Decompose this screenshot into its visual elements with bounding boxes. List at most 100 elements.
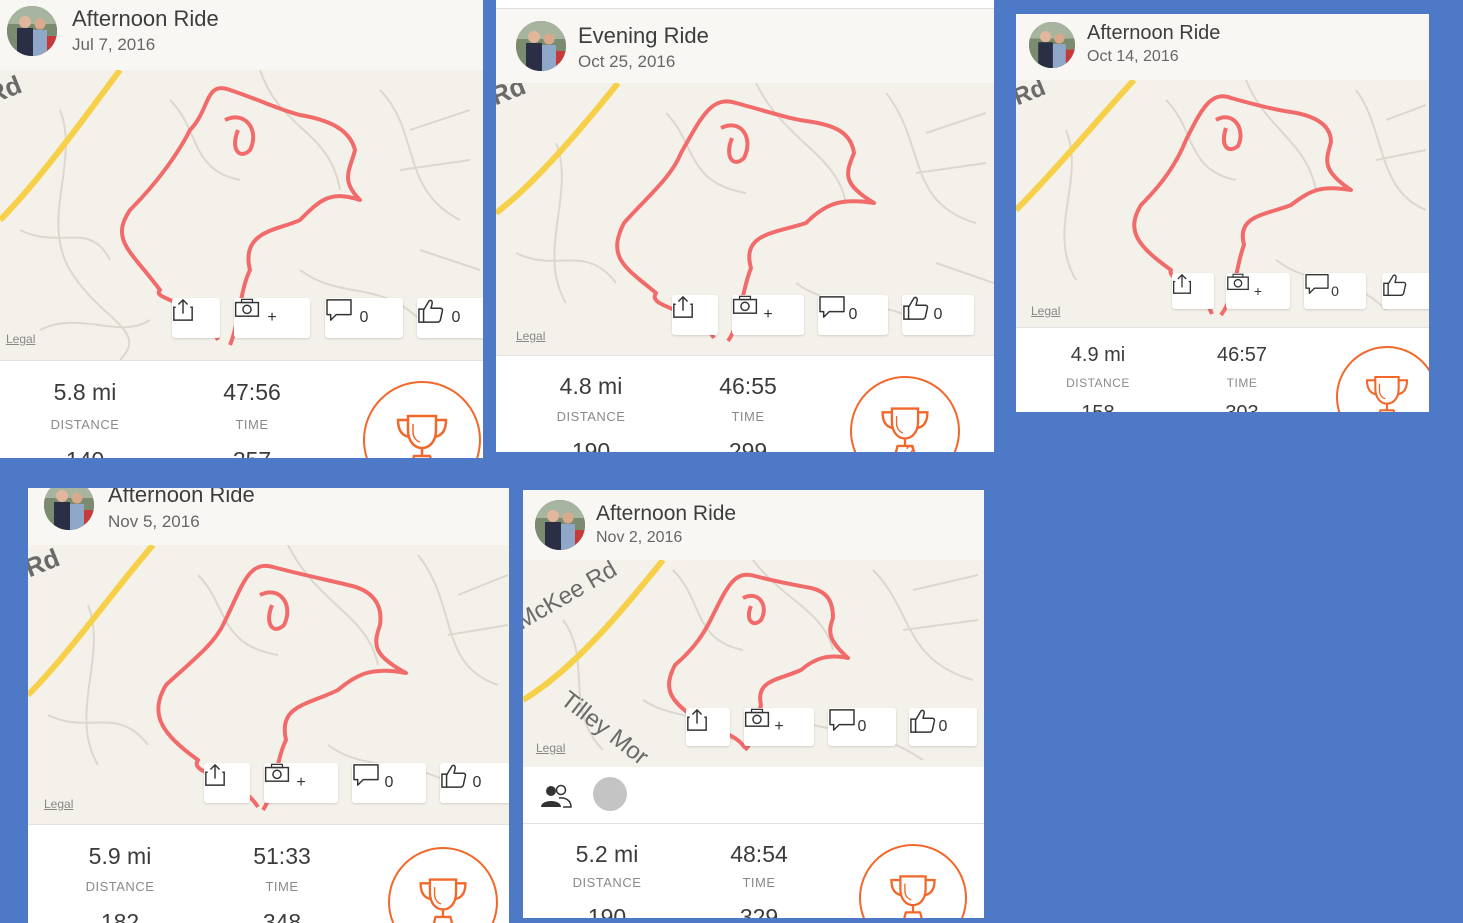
route-loop — [1215, 115, 1243, 152]
kudos-button[interactable]: 0 — [417, 298, 483, 338]
route-map[interactable]: Rd Legal + 0 0 — [0, 70, 483, 360]
kudos-count: 0 — [451, 309, 461, 326]
legal-link[interactable]: Legal — [1031, 304, 1060, 318]
thumbs-up-icon — [1382, 273, 1408, 297]
achievements-trophy[interactable] — [859, 844, 967, 918]
distance-label: DISTANCE — [556, 409, 626, 424]
add-photo-button[interactable]: + — [234, 298, 310, 338]
comment-button[interactable]: 0 — [828, 708, 896, 746]
activity-title[interactable]: Afternoon Ride — [108, 488, 255, 508]
distance-value: 4.9 mi — [1070, 344, 1126, 366]
athlete-avatar[interactable] — [1029, 22, 1075, 68]
trophy-icon — [886, 871, 940, 918]
legal-link[interactable]: Legal — [536, 741, 565, 755]
trophy-icon — [1362, 372, 1412, 412]
add-photo-button[interactable]: + — [732, 295, 804, 335]
athlete-avatar[interactable] — [7, 6, 57, 56]
add-photo-plus: + — [267, 309, 277, 326]
route-loop — [224, 115, 256, 156]
athlete-avatar[interactable] — [516, 21, 566, 71]
activity-title[interactable]: Evening Ride — [578, 23, 709, 49]
camera-icon — [744, 708, 770, 728]
route-map[interactable]: Rd Legal + 0 — [1016, 80, 1429, 327]
route-map[interactable]: Rd Legal + 0 0 — [496, 83, 994, 355]
activity-card[interactable]: Afternoon Ride Jul 7, 2016 Rd Legal + 0 … — [0, 0, 483, 458]
kudos-count: 0 — [933, 306, 943, 323]
route-loop — [720, 123, 750, 164]
share-icon — [672, 295, 694, 319]
elevation-value: 140 — [15, 447, 155, 458]
share-button[interactable] — [686, 708, 730, 746]
group-athletes-row[interactable] — [523, 767, 984, 823]
share-button[interactable] — [1172, 273, 1214, 309]
add-photo-plus: + — [1253, 283, 1263, 299]
kudos-button[interactable]: 0 — [909, 708, 977, 746]
achievements-trophy[interactable] — [850, 376, 960, 452]
achievements-trophy[interactable] — [1336, 346, 1429, 412]
athlete-avatar[interactable] — [44, 488, 94, 530]
distance-label: DISTANCE — [50, 417, 120, 432]
activity-date: Nov 2, 2016 — [596, 529, 683, 546]
comment-button[interactable]: 0 — [1304, 273, 1366, 309]
activity-card[interactable]: Afternoon Ride Nov 5, 2016 Rd Legal + 0 … — [28, 488, 509, 923]
thumbs-up-icon — [902, 295, 930, 321]
distance-value: 5.2 mi — [575, 841, 639, 867]
comment-button[interactable]: 0 — [818, 295, 888, 335]
legal-link[interactable]: Legal — [516, 329, 545, 343]
share-button[interactable] — [172, 298, 220, 338]
activity-card[interactable]: Evening Ride Oct 25, 2016 Rd Legal + 0 0… — [496, 0, 994, 452]
time-value: 46:55 — [719, 373, 777, 399]
achievements-trophy[interactable] — [363, 381, 481, 458]
card-header: Afternoon Ride Nov 5, 2016 — [28, 488, 509, 545]
athlete-avatar[interactable] — [535, 500, 585, 550]
activity-card[interactable]: Afternoon Ride Nov 2, 2016 McKee Rd Till… — [523, 490, 984, 918]
thumbs-up-icon — [417, 298, 445, 324]
add-photo-button[interactable]: + — [744, 708, 814, 746]
activity-title[interactable]: Afternoon Ride — [596, 502, 736, 526]
kudos-button[interactable]: 0 — [902, 295, 974, 335]
distance-value: 5.9 mi — [88, 843, 152, 869]
route-map[interactable]: Rd Legal + 0 0 — [28, 545, 509, 824]
route-map[interactable]: McKee Rd Tilley Mor Legal + 0 0 — [523, 560, 984, 767]
activity-stats: 5.2 mi DISTANCE 48:54 TIME 190 329 — [523, 823, 984, 918]
add-photo-plus: + — [763, 306, 773, 323]
achievements-trophy[interactable] — [388, 847, 498, 923]
kudos-button[interactable] — [1382, 273, 1429, 309]
activity-stats: 5.9 mi DISTANCE 51:33 TIME 182 348 — [28, 824, 509, 923]
comment-button[interactable]: 0 — [325, 298, 403, 338]
group-athletes-icon — [539, 783, 573, 809]
activity-card[interactable]: Afternoon Ride Oct 14, 2016 Rd Legal + 0… — [1016, 14, 1429, 412]
elevation-value: 190 — [587, 904, 627, 918]
comment-button[interactable]: 0 — [352, 763, 426, 803]
comment-icon — [325, 298, 353, 322]
add-photo-plus: + — [774, 718, 784, 735]
activity-date: Oct 14, 2016 — [1087, 48, 1179, 65]
thumbs-up-icon — [909, 708, 937, 734]
time-label: TIME — [1226, 376, 1258, 390]
trophy-icon — [392, 410, 452, 458]
time-label: TIME — [742, 875, 776, 890]
kudos-count: 0 — [472, 774, 482, 791]
activity-title[interactable]: Afternoon Ride — [72, 6, 219, 32]
comment-count: 0 — [857, 718, 867, 735]
add-photo-button[interactable]: + — [1226, 273, 1290, 309]
add-photo-button[interactable]: + — [264, 763, 338, 803]
time-value: 47:56 — [223, 379, 281, 405]
share-button[interactable] — [204, 763, 250, 803]
activity-title[interactable]: Afternoon Ride — [1087, 22, 1220, 45]
time-value: 51:33 — [253, 843, 311, 869]
route-loop — [259, 590, 290, 631]
time-value: 48:54 — [730, 841, 788, 867]
kudos-button[interactable]: 0 — [440, 763, 509, 803]
calories-value: 348 — [262, 909, 302, 923]
distance-value: 5.8 mi — [53, 379, 117, 405]
activity-stats: 4.8 mi DISTANCE 46:55 TIME 190 299 2 — [496, 355, 994, 452]
share-button[interactable] — [672, 295, 718, 335]
legal-link[interactable]: Legal — [44, 797, 73, 811]
share-icon — [1172, 273, 1192, 295]
trophy-icon — [415, 874, 471, 923]
calories-value: 357 — [182, 447, 322, 458]
athlete-avatar-placeholder[interactable] — [593, 777, 627, 811]
legal-link[interactable]: Legal — [6, 332, 35, 346]
comment-count: 0 — [359, 309, 369, 326]
